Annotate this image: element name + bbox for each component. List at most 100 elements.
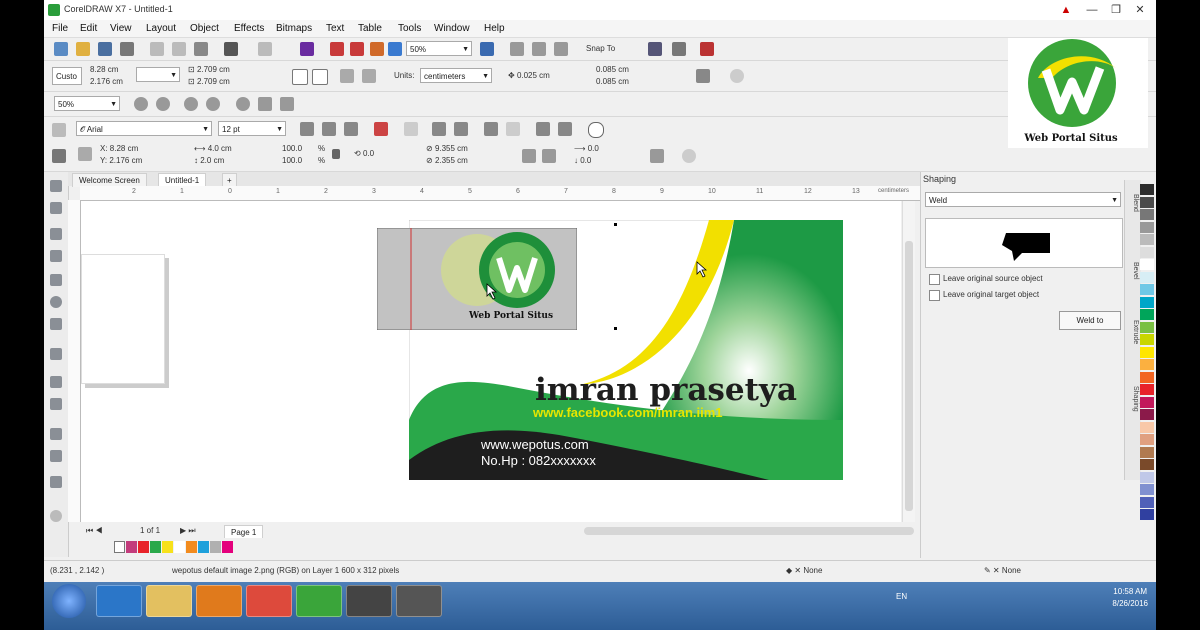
vertical-ruler[interactable] — [68, 200, 81, 522]
color-swatch[interactable] — [186, 541, 197, 553]
redo-icon[interactable] — [258, 42, 272, 56]
portrait-icon[interactable] — [292, 69, 308, 85]
text-tool[interactable] — [50, 348, 62, 360]
menu-layout[interactable]: Layout — [146, 23, 176, 34]
polygon-tool[interactable] — [50, 318, 62, 330]
palette-swatch[interactable] — [1140, 246, 1154, 258]
eyedropper-tool[interactable] — [50, 476, 62, 488]
units-select[interactable]: centimeters ▼ — [420, 68, 492, 83]
color-swatch[interactable] — [210, 541, 221, 553]
menu-view[interactable]: View — [110, 23, 132, 34]
language-indicator[interactable]: EN — [896, 592, 907, 601]
palette-swatch[interactable] — [1140, 484, 1154, 495]
menu-text[interactable]: Text — [326, 23, 344, 34]
menu-edit[interactable]: Edit — [80, 23, 97, 34]
tab-welcome-screen[interactable]: Welcome Screen — [72, 173, 147, 187]
palette-swatch[interactable] — [1140, 409, 1154, 420]
new-icon[interactable] — [54, 42, 68, 56]
launch-icon[interactable] — [700, 42, 714, 56]
underline-icon[interactable] — [344, 122, 358, 136]
palette-swatch[interactable] — [1140, 221, 1154, 233]
menu-file[interactable]: File — [52, 23, 68, 34]
palette-swatch[interactable] — [1140, 509, 1154, 520]
duplicate-x[interactable]: 0.085 cm — [596, 65, 629, 74]
menu-table[interactable]: Table — [358, 23, 382, 34]
color-swatch[interactable] — [222, 541, 233, 553]
reference-point-icon[interactable] — [78, 147, 92, 161]
all-pages-icon[interactable] — [340, 69, 354, 83]
horizontal-scrollbar[interactable] — [584, 527, 914, 535]
copy-icon[interactable] — [172, 42, 186, 56]
chrome-icon[interactable] — [246, 585, 292, 617]
zoom-height-icon[interactable] — [280, 97, 294, 111]
palette-swatch[interactable] — [1140, 296, 1154, 308]
options-icon[interactable] — [648, 42, 662, 56]
color-swatch[interactable] — [162, 541, 173, 553]
scale-x[interactable]: 100.0 — [282, 144, 302, 153]
page-thumbnail[interactable] — [81, 254, 165, 384]
export-icon[interactable] — [350, 42, 364, 56]
palette-swatch[interactable] — [1140, 284, 1154, 295]
color-swatch[interactable] — [126, 541, 137, 553]
drop-shadow-tool[interactable] — [50, 428, 62, 440]
menu-window[interactable]: Window — [434, 23, 470, 34]
text-y-position[interactable]: Y: 2.176 cm — [100, 156, 142, 165]
ellipse-tool[interactable] — [50, 296, 62, 308]
zoom-all-icon[interactable] — [206, 97, 220, 111]
connector-tool[interactable] — [50, 398, 62, 410]
y-position[interactable]: 2.176 cm — [90, 77, 123, 86]
artistic-media-tool[interactable] — [50, 250, 62, 262]
import-icon[interactable] — [330, 42, 344, 56]
freehand-tool[interactable] — [50, 228, 62, 240]
palette-swatch[interactable] — [1140, 209, 1154, 220]
show-rulers-icon[interactable] — [510, 42, 524, 56]
offset-x[interactable]: ⟶ 0.0 — [574, 144, 599, 153]
card-website[interactable]: www.wepotus.com — [480, 437, 589, 452]
media-player-icon[interactable] — [196, 585, 242, 617]
rotation-angle[interactable]: ⟲ 0.0 — [354, 149, 374, 158]
restore-button[interactable]: ❐ — [1104, 2, 1128, 18]
page-nav-last-icon[interactable]: ▶ ⏭ — [180, 526, 196, 536]
app-launcher-icon[interactable] — [388, 42, 402, 56]
preset-select[interactable]: Custo — [52, 67, 82, 85]
palette-swatch[interactable] — [1140, 471, 1154, 483]
palette-swatch[interactable] — [1140, 309, 1154, 320]
minimize-button[interactable]: — — [1080, 2, 1104, 18]
shaping-mode-select[interactable]: Weld ▼ — [925, 192, 1121, 207]
text-x-position[interactable]: X: 8.28 cm — [100, 144, 138, 153]
text-properties-icon[interactable] — [536, 122, 550, 136]
palette-swatch[interactable] — [1140, 459, 1154, 470]
add-tool-icon[interactable] — [50, 510, 62, 522]
selection-handle[interactable] — [614, 327, 617, 330]
offset-y[interactable]: ↓ 0.0 — [574, 156, 591, 165]
text-frame-icon[interactable] — [454, 122, 468, 136]
page-size-select[interactable]: ▼ — [136, 67, 180, 82]
palette-swatch[interactable] — [1140, 259, 1154, 270]
internet-explorer-icon[interactable] — [96, 585, 142, 617]
scale-y[interactable]: 100.0 — [282, 156, 302, 165]
file-explorer-icon[interactable] — [146, 585, 192, 617]
side-tab-shaping[interactable]: Shaping — [1127, 386, 1139, 412]
new-tab-icon[interactable]: + — [222, 173, 237, 187]
app-taskbar-icon[interactable] — [346, 585, 392, 617]
tab-untitled-1[interactable]: Untitled-1 — [158, 173, 207, 187]
palette-swatch[interactable] — [1140, 446, 1154, 458]
zoom-in-icon[interactable] — [134, 97, 148, 111]
mirror-h-icon[interactable] — [522, 149, 536, 163]
page-border-icon[interactable] — [696, 69, 710, 83]
palette-swatch[interactable] — [1140, 371, 1154, 383]
show-guidelines-icon[interactable] — [554, 42, 568, 56]
mirror-v-icon[interactable] — [542, 149, 556, 163]
palette-swatch[interactable] — [1140, 384, 1154, 395]
palette-swatch[interactable] — [1140, 234, 1154, 245]
x-position[interactable]: 8.28 cm — [90, 65, 118, 74]
bold-icon[interactable] — [300, 122, 314, 136]
text-align-icon[interactable] — [374, 122, 388, 136]
landscape-icon[interactable] — [312, 69, 328, 85]
undo-icon[interactable] — [224, 42, 238, 56]
star-icon[interactable] — [558, 122, 572, 136]
shape-tool-icon[interactable] — [52, 149, 66, 163]
position-y[interactable]: ⊘ 2.355 cm — [426, 156, 468, 165]
card-name[interactable]: imran prasetya — [535, 372, 797, 408]
columns-icon[interactable] — [432, 122, 446, 136]
